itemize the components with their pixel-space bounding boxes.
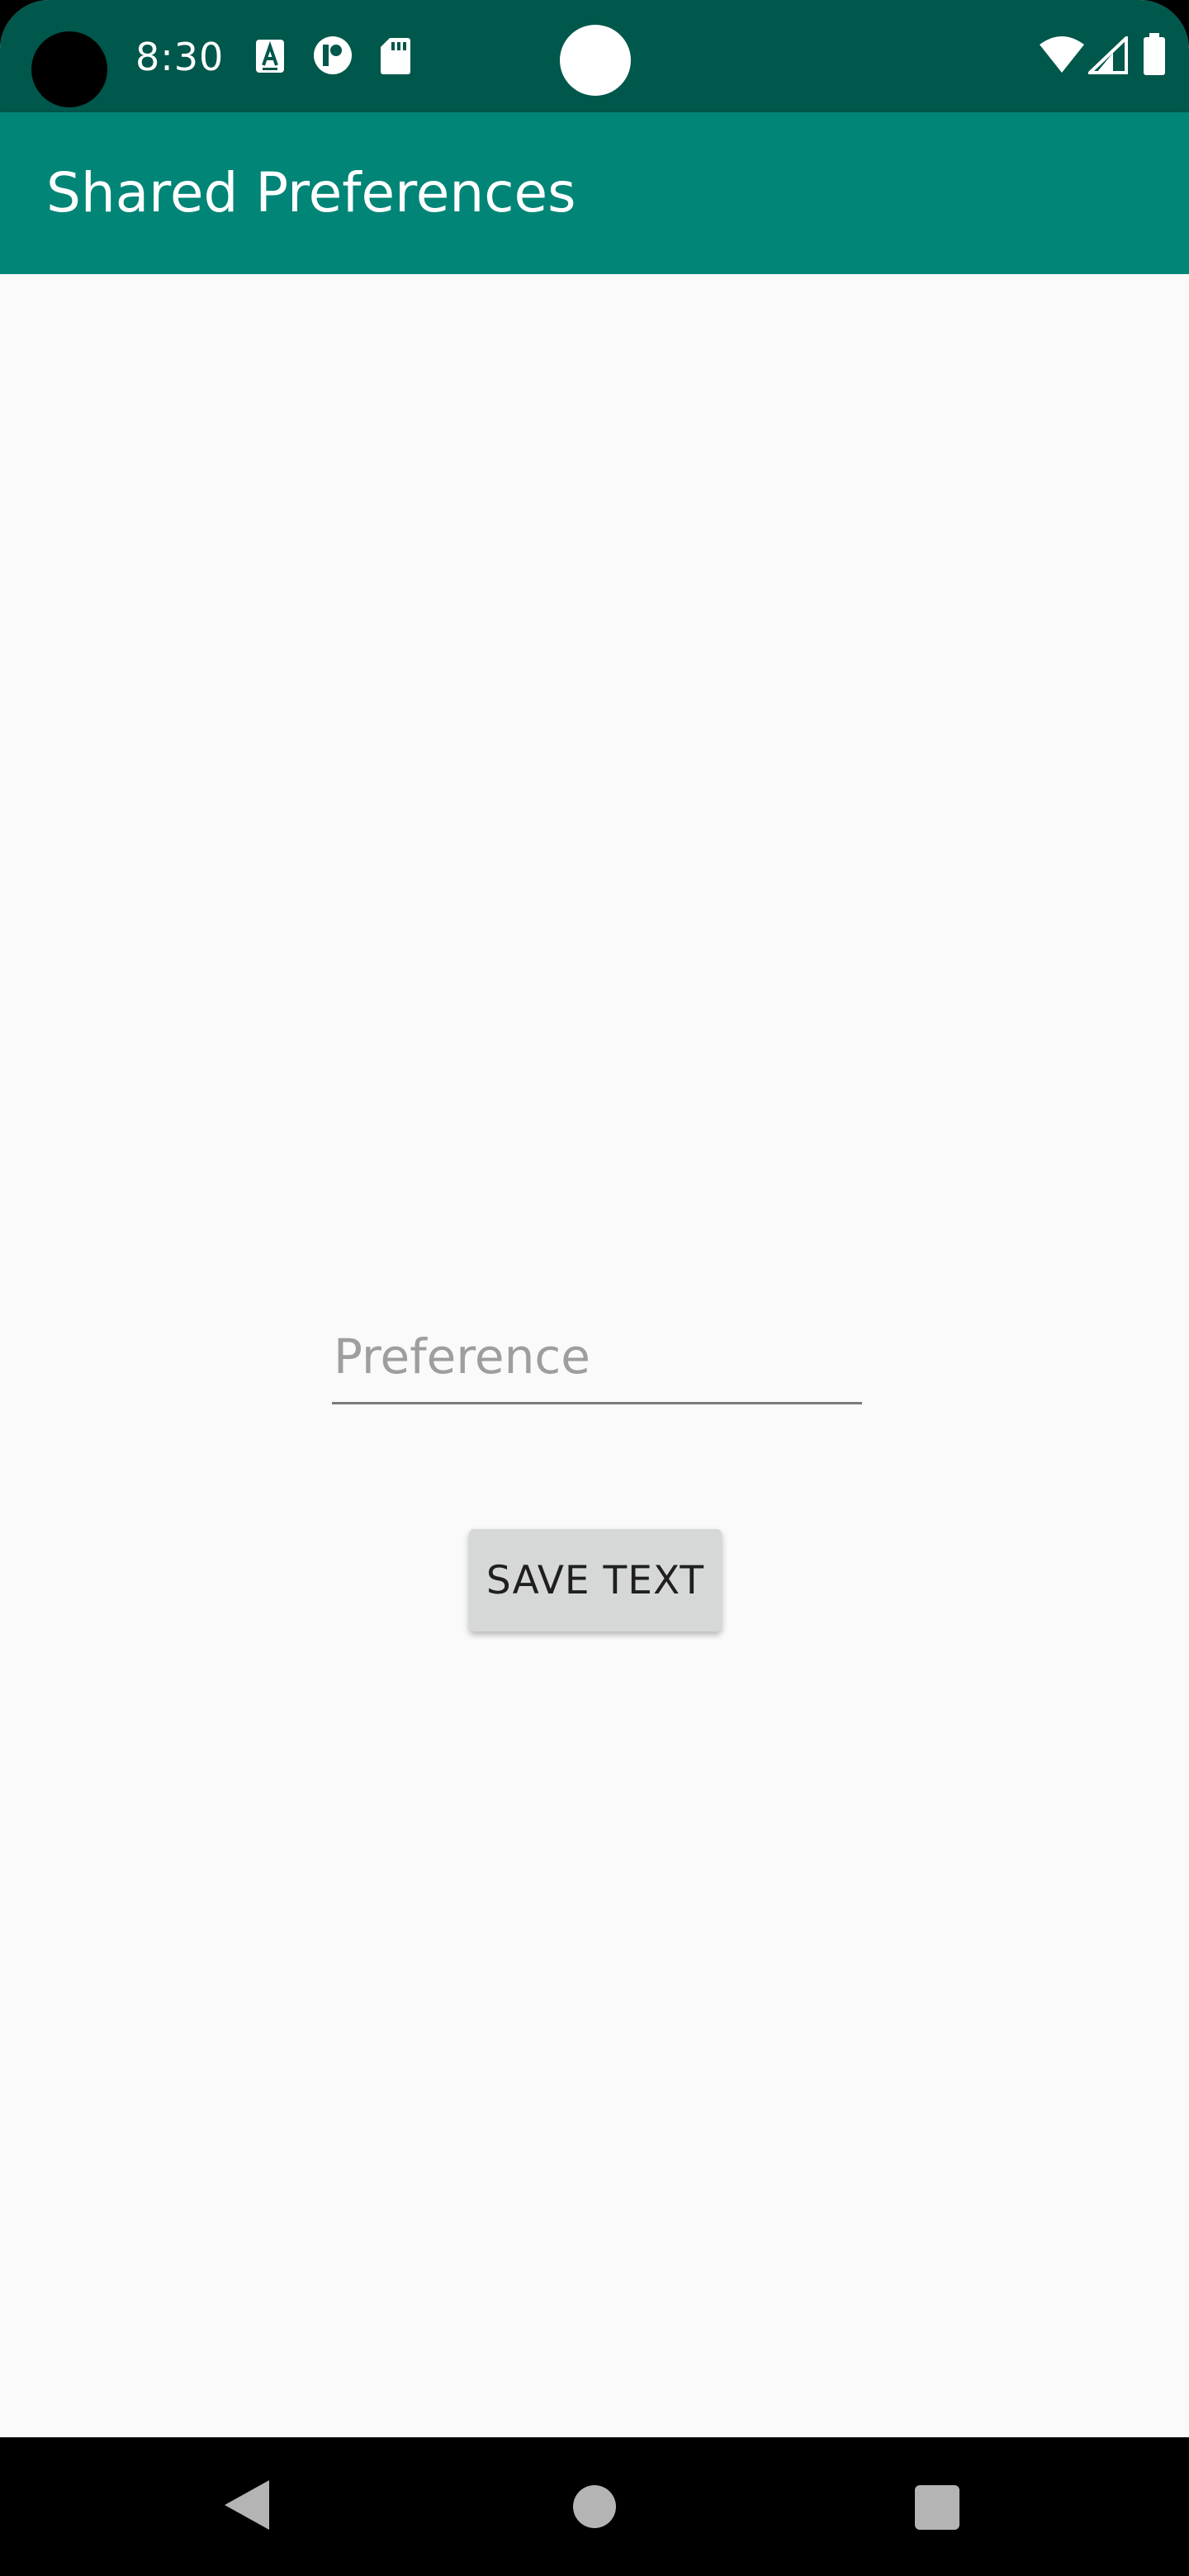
wifi-icon [1040, 36, 1084, 73]
camera-cutout [31, 31, 107, 107]
cell-signal-icon [1088, 36, 1128, 74]
save-text-button[interactable]: SAVE TEXT [469, 1529, 722, 1631]
app-title: Shared Preferences [46, 161, 576, 225]
status-bar: 8:30 [0, 0, 1189, 112]
main-content: SAVE TEXT [0, 274, 1189, 2437]
back-icon[interactable] [225, 2480, 269, 2530]
home-icon[interactable] [573, 2485, 616, 2528]
status-time: 8:30 [135, 35, 225, 79]
preference-input[interactable] [332, 1311, 862, 1404]
battery-icon [1144, 33, 1165, 75]
p-notification-icon [314, 36, 352, 74]
navigation-bar [0, 2437, 1189, 2576]
sd-card-icon [381, 38, 410, 74]
a-notification-icon [256, 40, 284, 73]
app-screen: 8:30 Shared Preferences Preference SAVE … [0, 0, 1189, 2576]
status-center-dot [560, 25, 631, 96]
app-bar: Shared Preferences [0, 112, 1189, 274]
recents-icon[interactable] [915, 2485, 959, 2530]
